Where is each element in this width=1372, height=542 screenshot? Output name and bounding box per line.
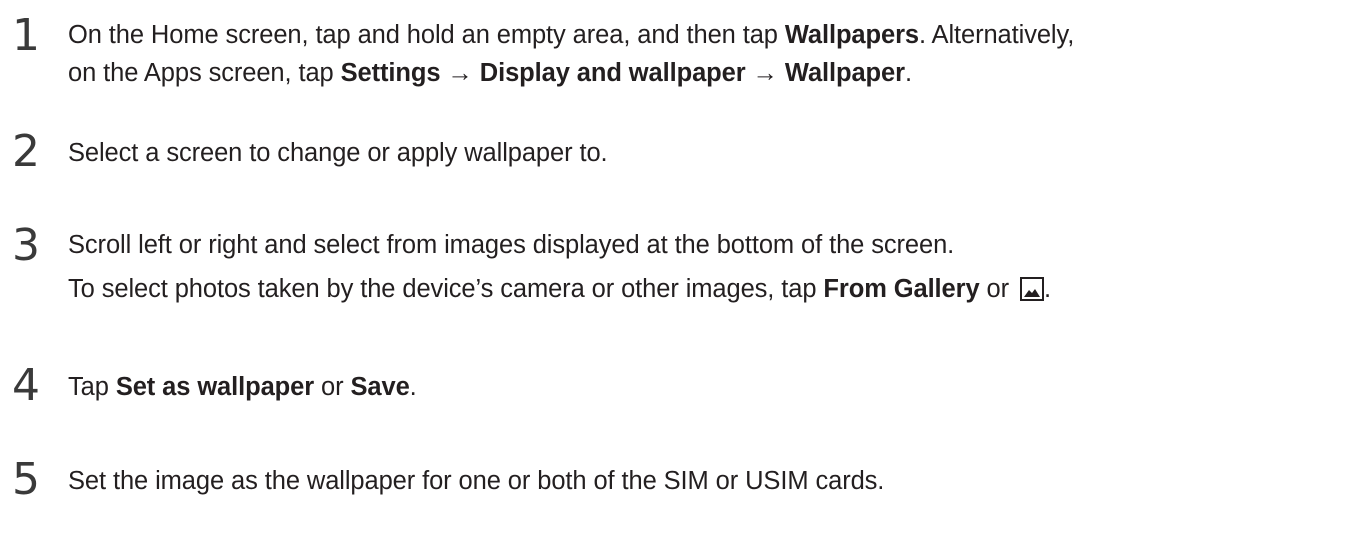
text-run: or — [979, 275, 1016, 303]
ui-term: Set as wallpaper — [115, 373, 315, 401]
ui-term: Display and wallpaper — [479, 59, 746, 87]
text-run: or — [314, 373, 351, 401]
text-run: . — [409, 373, 417, 401]
step-text-line: on the Apps screen, tap Settings → Displ… — [68, 58, 912, 88]
step-number: 2 — [12, 126, 40, 177]
arrow: → — [440, 59, 480, 87]
text-run: . — [1043, 275, 1051, 303]
step-text-line: Tap Set as wallpaper or Save. — [68, 372, 417, 402]
step-text-line: Scroll left or right and select from ima… — [68, 231, 955, 259]
text-run: To select photos taken by the device’s c… — [68, 275, 824, 303]
ui-term: Wallpapers — [784, 21, 919, 49]
step-note-line: To select photos taken by the device’s c… — [68, 274, 1051, 304]
ui-term: Wallpaper — [784, 59, 905, 87]
step-text-line: On the Home screen, tap and hold an empt… — [68, 20, 1074, 50]
ui-term: Save — [350, 373, 410, 401]
text-run: on the Apps screen, tap — [68, 59, 341, 87]
text-run: . Alternatively, — [918, 21, 1075, 49]
step-number: 3 — [12, 220, 40, 271]
text-run: Tap — [68, 373, 116, 401]
ui-term: From Gallery — [823, 275, 980, 303]
text-run: . — [904, 59, 912, 87]
step-number: 4 — [12, 360, 40, 411]
ui-term: Settings — [340, 59, 441, 87]
text-run: On the Home screen, tap and hold an empt… — [68, 21, 785, 49]
step-text-line: Select a screen to change or apply wallp… — [68, 139, 608, 167]
gallery-icon — [1019, 277, 1044, 301]
step-number: 5 — [12, 454, 40, 505]
step-text-line: Set the image as the wallpaper for one o… — [68, 467, 885, 495]
step-number: 1 — [12, 10, 40, 61]
arrow: → — [745, 59, 785, 87]
